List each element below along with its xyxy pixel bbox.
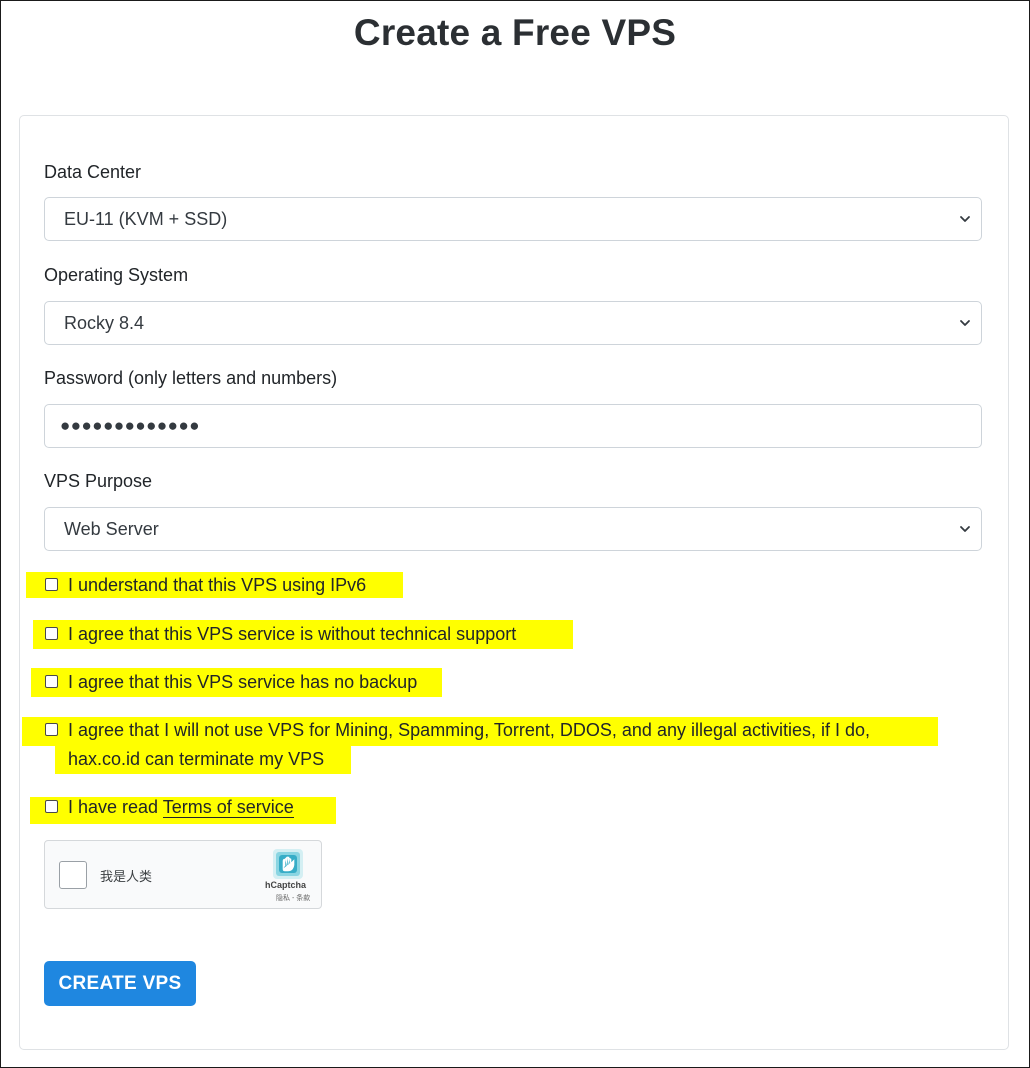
page-title: Create a Free VPS [353,12,677,53]
usage-policy-checkbox[interactable] [45,723,58,736]
usage-policy-checkbox-label-line1: I agree that I will not use VPS for Mini… [68,720,871,740]
chevron-down-icon [960,320,970,326]
captcha-label: 我是人类 [100,869,153,884]
terms-checkbox-label: I have read Terms of service [68,797,294,818]
password-masked-value: ●●●●●●●●●●●●● [60,416,200,435]
terms-checkbox[interactable] [45,800,58,813]
vps-purpose-selected-value: Web Server [64,518,159,539]
chevron-down-icon [960,526,970,532]
hcaptcha-widget: 我是人类 hCaptcha 隐私 - 条款 [44,840,322,909]
vps-purpose-label: VPS Purpose [44,471,153,491]
terms-of-service-link[interactable]: Terms of service [162,797,294,818]
data-center-selected-value: EU-11 (KVM + SSD) [64,208,228,229]
chevron-down-icon [960,216,970,222]
ipv6-checkbox[interactable] [45,578,58,591]
captcha-checkbox[interactable] [59,861,87,889]
terms-checkbox-prefix: I have read [68,797,163,817]
data-center-select[interactable]: EU-11 (KVM + SSD) [44,197,982,241]
no-backup-checkbox-label: I agree that this VPS service has no bac… [68,672,418,692]
no-support-checkbox-label: I agree that this VPS service is without… [68,624,517,644]
data-center-label: Data Center [44,162,142,182]
operating-system-select[interactable]: Rocky 8.4 [44,301,982,345]
captcha-brand: hCaptcha [265,880,307,890]
no-support-checkbox[interactable] [45,627,58,640]
ipv6-checkbox-label: I understand that this VPS using IPv6 [68,575,367,595]
vps-purpose-select[interactable]: Web Server [44,507,982,551]
hcaptcha-logo-icon [273,849,303,879]
password-label: Password (only letters and numbers) [44,368,338,388]
password-input[interactable]: ●●●●●●●●●●●●● [44,404,982,448]
operating-system-selected-value: Rocky 8.4 [64,312,145,333]
captcha-privacy-terms-links[interactable]: 隐私 - 条款 [276,893,310,903]
operating-system-label: Operating System [44,265,189,285]
usage-policy-checkbox-label-line2: hax.co.id can terminate my VPS [68,749,325,769]
create-vps-button[interactable]: CREATE VPS [44,961,196,1006]
no-backup-checkbox[interactable] [45,675,58,688]
